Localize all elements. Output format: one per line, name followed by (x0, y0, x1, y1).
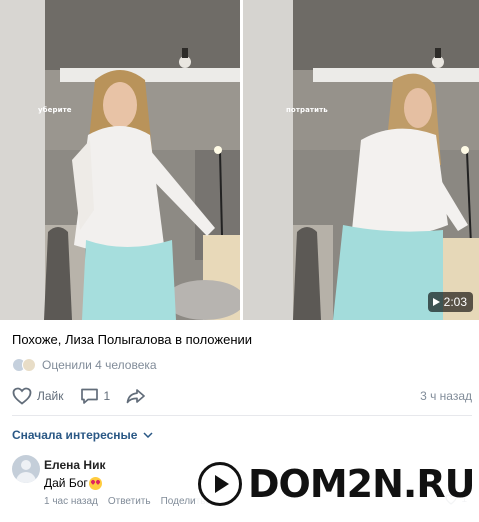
video-duration-badge[interactable]: 2:03 (427, 292, 473, 312)
post-text: Похоже, Лиза Полыгалова в положении (12, 332, 253, 347)
heart-icon (12, 387, 32, 405)
post-actions-bar: Лайк 1 3 ч назад (12, 386, 472, 406)
reply-button[interactable]: Ответить (108, 496, 151, 507)
video-duration: 2:03 (443, 295, 467, 309)
comment-text-content: Дай Бог (44, 476, 88, 490)
user-icon-head (21, 460, 31, 470)
comment-button[interactable]: 1 (80, 387, 111, 405)
like-button[interactable]: Лайк (12, 387, 64, 405)
comment-author-name[interactable]: Елена Ник (44, 458, 105, 472)
watermark-play-triangle (215, 475, 229, 493)
comments-sort-dropdown[interactable]: Сначала интересные (12, 428, 153, 442)
video-frame-left[interactable]: уберите (0, 0, 240, 320)
video-caption-right: потратить (286, 106, 328, 114)
share-button[interactable] (126, 387, 146, 405)
reactions-count-text: Оценили 4 человека (42, 358, 157, 372)
watermark-play-icon (198, 462, 242, 506)
comments-count: 1 (103, 389, 111, 403)
video-thumbnails[interactable]: уберите потратить 2:03 (0, 0, 479, 320)
comment-time[interactable]: 1 час назад (44, 496, 98, 507)
post-time[interactable]: 3 ч назад (420, 389, 472, 403)
user-icon-body (16, 472, 36, 483)
video-frame-right[interactable]: потратить 2:03 (243, 0, 479, 320)
video-caption-left: уберите (38, 106, 72, 114)
divider (12, 415, 472, 416)
comment-icon (80, 388, 98, 404)
share-arrow-icon (126, 389, 146, 404)
video-still-left (0, 0, 240, 320)
comment-author-avatar[interactable] (12, 455, 40, 483)
chevron-down-icon (143, 432, 153, 438)
like-label: Лайк (37, 389, 64, 403)
watermark-text: DOM2N.RU (248, 462, 475, 506)
play-icon (432, 298, 440, 306)
comment-text: Дай Бог (44, 476, 102, 490)
video-still-right (243, 0, 479, 320)
reaction-avatar-icon (22, 358, 36, 372)
comments-sort-label: Сначала интересные (12, 428, 138, 442)
comment-meta: 1 час назад Ответить Поделиться (44, 496, 216, 507)
reactions-summary[interactable]: Оценили 4 человека (12, 358, 157, 372)
heart-eyes-emoji-icon (88, 476, 102, 490)
site-watermark: DOM2N.RU (196, 460, 479, 508)
